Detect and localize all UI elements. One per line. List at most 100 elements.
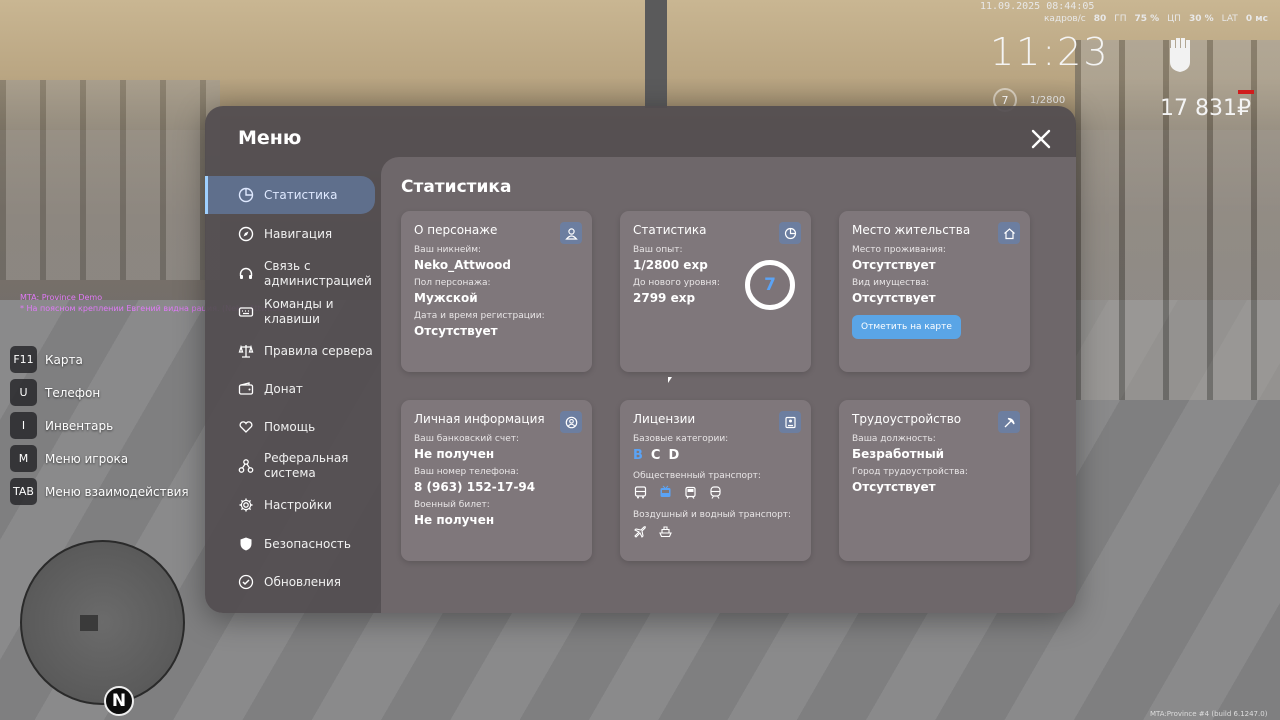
category-d: D	[668, 448, 680, 463]
pickaxe-icon	[998, 411, 1020, 433]
level-circle: 7	[745, 260, 795, 310]
military-id-label: Военный билет:	[414, 500, 490, 510]
public-transport-label: Общественный транспорт:	[633, 471, 761, 481]
sidebar-item-referral[interactable]: Реферальная система	[205, 450, 375, 482]
sidebar-item-label: Обновления	[264, 574, 342, 589]
north-compass-icon: N	[104, 686, 134, 716]
residence-place-label: Место проживания:	[852, 245, 946, 255]
referral-icon	[238, 459, 254, 473]
sidebar-item-rules[interactable]: Правила сервера	[205, 341, 375, 361]
card-character: О персонаже Ваш никнейм: Neko_Attwood По…	[401, 211, 592, 372]
card-personal-info: Личная информация Ваш банковский счет: Н…	[401, 400, 592, 561]
bus-icon	[634, 486, 647, 499]
sidebar-item-label: Навигация	[264, 226, 333, 241]
heart-hands-icon	[239, 421, 253, 433]
sidebar-item-navigation[interactable]: Навигация	[205, 224, 375, 244]
card-title: О персонаже	[414, 223, 498, 237]
bank-account-value: Не получен	[414, 447, 495, 461]
key-cap: F11	[10, 346, 37, 373]
keybind-label: Меню взаимодействия	[45, 484, 189, 499]
user-icon	[560, 222, 582, 244]
sidebar-item-admin-contact[interactable]: Связь с администрацией	[205, 258, 375, 290]
airplane-icon	[634, 526, 646, 538]
mouse-cursor-icon	[668, 377, 672, 383]
player-marker-icon	[80, 615, 98, 631]
air-water-transport-icons	[633, 524, 798, 539]
key-cap: TAB	[10, 478, 37, 505]
nickname-value: Neko_Attwood	[414, 258, 512, 272]
compass-icon	[238, 226, 254, 242]
keybind-label: Меню игрока	[45, 451, 129, 466]
license-categories: B C D	[633, 448, 798, 463]
keybind-label: Инвентарь	[45, 418, 114, 433]
cpu-label: ЦП	[1167, 14, 1181, 24]
card-statistics: Статистика Ваш опыт: 1/2800 exp До новог…	[620, 211, 811, 372]
pie-chart-icon	[779, 222, 801, 244]
keybind-label: Карта	[45, 352, 83, 367]
sidebar-item-statistics[interactable]: Статистика	[205, 176, 375, 214]
keyboard-icon	[238, 307, 254, 317]
hud-performance-stats: кадров/с 80 ГП 75 % ЦП 30 % LAT 0 мс	[1044, 14, 1268, 24]
sidebar-item-settings[interactable]: Настройки	[205, 495, 375, 515]
background-chairs-left	[0, 80, 220, 280]
sidebar-item-label: Связь с администрацией	[264, 259, 372, 288]
job-city-label: Город трудоустройства:	[852, 467, 968, 477]
gear-icon	[239, 498, 253, 512]
train-icon	[710, 486, 721, 499]
keybind-interaction-menu: TAB Меню взаимодействия	[10, 478, 189, 505]
background-chairs-right	[1075, 40, 1280, 400]
sidebar-item-commands[interactable]: Команды и клавиши	[205, 296, 375, 328]
gender-label: Пол персонажа:	[414, 278, 491, 288]
sidebar-item-security[interactable]: Безопасность	[205, 534, 375, 554]
card-title: Лицензии	[633, 412, 696, 426]
exp-label: Ваш опыт:	[633, 245, 683, 255]
keybind-phone: U Телефон	[10, 379, 189, 406]
scales-icon	[238, 344, 254, 358]
card-residence: Место жительства Место проживания: Отсут…	[839, 211, 1030, 372]
mark-on-map-button[interactable]: Отметить на карте	[852, 315, 961, 339]
sidebar-item-label: Безопасность	[264, 536, 351, 551]
sidebar-item-updates[interactable]: Обновления	[205, 572, 375, 592]
keybind-list: F11 Карта U Телефон I Инвентарь M Меню игрок…	[10, 346, 189, 511]
card-title: Статистика	[633, 223, 707, 237]
gender-value: Мужской	[414, 291, 478, 305]
sidebar-item-donate[interactable]: Донат	[205, 379, 375, 399]
keybind-inventory: I Инвентарь	[10, 412, 189, 439]
key-cap: M	[10, 445, 37, 472]
fps-label: кадров/с	[1044, 14, 1086, 24]
lat-value: 0 мс	[1245, 14, 1268, 24]
sidebar-item-label: Правила сервера	[264, 343, 373, 358]
key-cap: I	[10, 412, 37, 439]
tram-icon	[685, 486, 696, 499]
gpu-value: 75 %	[1134, 14, 1160, 24]
sidebar-item-help[interactable]: Помощь	[205, 417, 375, 437]
hud-datetime: 11.09.2025 08:44:05	[980, 1, 1095, 12]
headset-icon	[239, 267, 253, 279]
air-water-transport-label: Воздушный и водный транспорт:	[633, 510, 792, 520]
trolleybus-icon	[660, 485, 671, 497]
sidebar-item-label: Команды и клавиши	[264, 297, 334, 326]
page-title: Статистика	[401, 177, 512, 197]
key-cap: U	[10, 379, 37, 406]
registration-value: Отсутствует	[414, 324, 498, 338]
registration-label: Дата и время регистрации:	[414, 311, 545, 321]
user-circle-icon	[560, 411, 582, 433]
money-indicator-bar	[1238, 90, 1254, 94]
property-type-label: Вид имущества:	[852, 278, 930, 288]
property-type-value: Отсутствует	[852, 291, 936, 305]
close-icon[interactable]	[1030, 128, 1052, 150]
wallet-icon	[238, 382, 254, 395]
build-version: MTA:Province #4 (build 6.1247.0)	[1150, 710, 1268, 718]
military-id-value: Не получен	[414, 513, 495, 527]
card-employment: Трудоустройство Ваша должность: Безработ…	[839, 400, 1030, 561]
card-title: Место жительства	[852, 223, 971, 237]
chat-line: MTA: Province Demo	[20, 293, 103, 302]
hud-clock: 11:23	[990, 30, 1110, 74]
bank-account-label: Ваш банковский счет:	[414, 434, 520, 444]
job-position-value: Безработный	[852, 447, 945, 461]
card-title: Трудоустройство	[852, 412, 962, 426]
keybind-label: Телефон	[45, 385, 101, 400]
sidebar-item-label: Реферальная система	[264, 451, 349, 480]
keybind-map: F11 Карта	[10, 346, 189, 373]
gpu-label: ГП	[1114, 14, 1127, 24]
